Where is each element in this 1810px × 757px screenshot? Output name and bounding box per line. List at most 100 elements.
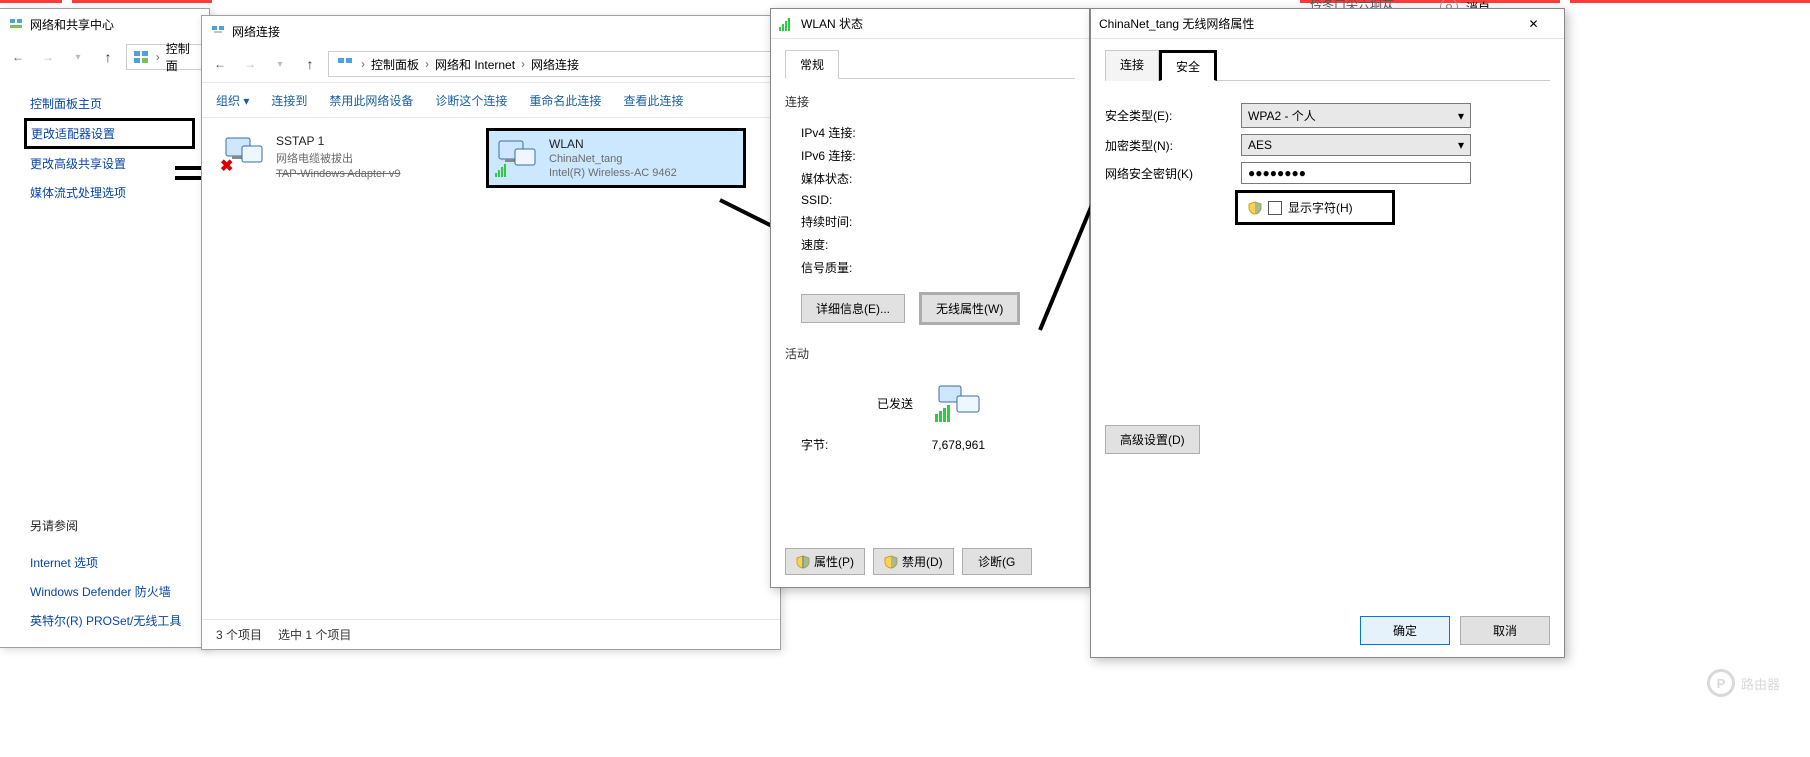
history-dropdown[interactable]: ▾: [268, 52, 292, 76]
shield-icon: [884, 555, 898, 569]
chevron-right-icon: ›: [156, 50, 160, 64]
lbl-ipv4: IPv4 连接:: [801, 124, 856, 141]
adapter-network: ChinaNet_tang: [549, 153, 677, 165]
watermark-icon: P: [1707, 669, 1735, 697]
cmd-connect-to[interactable]: 连接到: [271, 92, 307, 109]
cmd-rename[interactable]: 重命名此连接: [529, 92, 601, 109]
lbl-network-key: 网络安全密钥(K): [1105, 165, 1235, 182]
titlebar-wlan-status: WLAN 状态: [771, 9, 1089, 39]
window-network-sharing-center: 网络和共享中心 ← → ▾ ↑ › 控制面 控制面板主页 更改适配器设置 更改高…: [0, 8, 210, 648]
back-button[interactable]: ←: [6, 45, 30, 69]
window-network-connections: 网络连接 ← → ▾ ↑ › 控制面板 › 网络和 Internet › 网络连…: [201, 15, 781, 650]
tab-security[interactable]: 安全: [1159, 50, 1217, 81]
sidebar-advanced-sharing[interactable]: 更改高级共享设置: [30, 149, 195, 178]
chevron-right-icon: ›: [361, 57, 365, 71]
breadcrumb-item[interactable]: 网络连接: [531, 56, 579, 73]
see-also: 另请参阅 Internet 选项 Windows Defender 防火墙 英特…: [30, 511, 199, 635]
network-item-wlan[interactable]: WLAN ChinaNet_tang Intel(R) Wireless-AC …: [486, 128, 746, 188]
lbl-sent: 已发送: [877, 395, 913, 412]
window-icon: [8, 16, 24, 32]
link-intel-proset[interactable]: 英特尔(R) PROSet/无线工具: [30, 606, 199, 635]
input-network-key[interactable]: ●●●●●●●●: [1241, 162, 1471, 184]
adapter-device: TAP-Windows Adapter v9: [276, 168, 401, 180]
up-button[interactable]: ↑: [298, 52, 322, 76]
shield-icon: [796, 555, 810, 569]
wifi-signal-icon: [779, 17, 795, 31]
shield-icon: [1248, 201, 1262, 215]
titlebar-nsc: 网络和共享中心: [0, 9, 209, 39]
link-defender[interactable]: Windows Defender 防火墙: [30, 577, 199, 606]
nav-toolbar-netconn: ← → ▾ ↑ › 控制面板 › 网络和 Internet › 网络连接: [202, 46, 780, 82]
lbl-encryption-type: 加密类型(N):: [1105, 137, 1235, 154]
select-encryption-type[interactable]: AES▾: [1241, 134, 1471, 156]
btn-wireless-properties[interactable]: 无线属性(W): [919, 292, 1020, 325]
breadcrumb-item[interactable]: 网络和 Internet: [435, 56, 515, 73]
btn-cancel[interactable]: 取消: [1460, 616, 1550, 645]
window-icon: [210, 23, 226, 39]
tabstrip: 常规: [785, 49, 1075, 79]
status-bar: 3 个项目 选中 1 个项目: [202, 619, 780, 649]
cmd-view[interactable]: 查看此连接: [623, 92, 683, 109]
watermark: P 路由器: [1707, 669, 1780, 697]
btn-ok[interactable]: 确定: [1360, 616, 1450, 645]
btn-advanced-settings[interactable]: 高级设置(D): [1105, 425, 1200, 454]
titlebar-netconn: 网络连接: [202, 16, 780, 46]
tab-connection[interactable]: 连接: [1105, 50, 1159, 81]
chevron-right-icon: ›: [521, 57, 525, 71]
status-item-count: 3 个项目: [216, 626, 262, 643]
dialog-wlan-properties: ChinaNet_tang 无线网络属性 ✕ 连接 安全 安全类型(E): WP…: [1090, 8, 1565, 658]
section-connection: 连接: [785, 89, 1075, 114]
forward-button[interactable]: →: [36, 45, 60, 69]
back-button[interactable]: ←: [208, 52, 232, 76]
btn-properties[interactable]: 属性(P): [785, 548, 865, 575]
address-bar[interactable]: › 控制面板 › 网络和 Internet › 网络连接: [328, 51, 774, 77]
adapter-status: 网络电缆被拔出: [276, 150, 401, 166]
cmd-diagnose[interactable]: 诊断这个连接: [435, 92, 507, 109]
sidebar-adapter-settings[interactable]: 更改适配器设置: [24, 118, 195, 149]
error-x-icon: ✖: [220, 156, 233, 176]
lbl-security-type: 安全类型(E):: [1105, 107, 1235, 124]
address-bar[interactable]: › 控制面: [126, 44, 203, 70]
cmd-disable-device[interactable]: 禁用此网络设备: [329, 92, 413, 109]
network-item-sstap[interactable]: ✖ SSTAP 1 网络电缆被拔出 TAP-Windows Adapter v9: [216, 128, 476, 186]
link-internet-options[interactable]: Internet 选项: [30, 548, 199, 577]
cmd-organize[interactable]: 组织 ▾: [216, 92, 249, 109]
checkbox-show-characters[interactable]: [1268, 201, 1282, 215]
sidebar-media-streaming[interactable]: 媒体流式处理选项: [30, 178, 195, 207]
chevron-right-icon: ›: [425, 57, 429, 71]
breadcrumb-item[interactable]: 控制面板: [371, 56, 419, 73]
forward-button[interactable]: →: [238, 52, 262, 76]
up-button[interactable]: ↑: [96, 45, 120, 69]
tab-general[interactable]: 常规: [785, 50, 839, 79]
nav-toolbar-nsc: ← → ▾ ↑ › 控制面: [0, 39, 209, 75]
history-dropdown[interactable]: ▾: [66, 45, 90, 69]
sidebar-home[interactable]: 控制面板主页: [30, 89, 195, 118]
btn-disable[interactable]: 禁用(D): [873, 548, 954, 575]
btn-details[interactable]: 详细信息(E)...: [801, 294, 905, 323]
adapter-device: Intel(R) Wireless-AC 9462: [549, 167, 677, 179]
chevron-down-icon: ▾: [1458, 138, 1464, 152]
section-activity: 活动: [785, 341, 1075, 366]
lbl-bytes: 字节:: [801, 436, 828, 453]
tabstrip: 连接 安全: [1105, 49, 1550, 81]
select-security-type[interactable]: WPA2 - 个人▾: [1241, 103, 1471, 128]
dialog-title: ChinaNet_tang 无线网络属性: [1099, 15, 1254, 32]
status-selected-count: 选中 1 个项目: [278, 626, 351, 643]
adapter-name: SSTAP 1: [276, 134, 401, 148]
lbl-media: 媒体状态:: [801, 170, 852, 187]
adapter-icon: ✖: [222, 134, 266, 174]
lbl-speed: 速度:: [801, 236, 828, 253]
val-bytes-sent: 7,678,961: [932, 438, 985, 452]
adapter-name: WLAN: [549, 137, 677, 151]
see-also-label: 另请参阅: [30, 511, 199, 540]
lbl-ipv6: IPv6 连接:: [801, 147, 856, 164]
breadcrumb-item[interactable]: 控制面: [166, 40, 196, 74]
close-button[interactable]: ✕: [1511, 13, 1556, 35]
titlebar-wlan-props: ChinaNet_tang 无线网络属性 ✕: [1091, 9, 1564, 39]
window-title: 网络和共享中心: [30, 16, 114, 33]
lbl-duration: 持续时间:: [801, 213, 852, 230]
dialog-wlan-status: WLAN 状态 常规 连接 IPv4 连接: IPv6 连接: 媒体状态: SS…: [770, 8, 1090, 588]
lbl-signal: 信号质量:: [801, 259, 852, 276]
btn-diagnose[interactable]: 诊断(G: [962, 548, 1032, 575]
command-bar: 组织 ▾ 连接到 禁用此网络设备 诊断这个连接 重命名此连接 查看此连接: [202, 82, 780, 118]
